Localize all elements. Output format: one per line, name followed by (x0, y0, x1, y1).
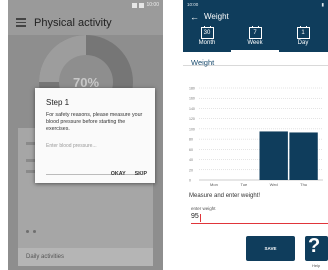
calendar-icon: 1 (296, 26, 310, 39)
section-header: Weight (183, 52, 328, 67)
dialog-body: For safety reasons, please measure your … (46, 112, 143, 133)
y-tick-label: 40 (189, 158, 193, 162)
x-tick-label: Mon (210, 182, 218, 187)
daily-activities-label: Daily activities (26, 254, 65, 260)
weight-input-label: enter weight (191, 206, 216, 211)
battery-icon: ▮ (321, 1, 324, 7)
weight-input-value: 95 (191, 213, 199, 220)
save-button[interactable]: SAVE (246, 236, 295, 261)
x-tick-label: Thu (300, 182, 307, 187)
help-icon: ? (308, 235, 321, 257)
tab-day[interactable]: 1 Day (279, 24, 327, 52)
y-tick-label: 120 (189, 117, 195, 121)
calendar-icon: 30 (200, 26, 214, 39)
page-dots (26, 230, 36, 233)
status-bar: 10:00 ▮ (183, 0, 328, 9)
daily-activities-row[interactable]: Daily activities (18, 248, 153, 266)
weight-chart-svg: 0 20 40 60 80 100 120 140 160 180 Mon Tue Wed Thu (189, 87, 323, 187)
status-bar: 10:00 (8, 0, 163, 10)
section-title: Weight (191, 58, 215, 67)
status-time: 10:00 (187, 2, 199, 7)
tab-week[interactable]: 7 Week (231, 24, 279, 52)
weight-input[interactable]: 95 (191, 213, 328, 224)
app-bar: Physical activity (8, 10, 163, 35)
app-bar: ← Weight (183, 9, 328, 24)
y-tick-label: 160 (189, 97, 195, 101)
weight-chart: 0 20 40 60 80 100 120 140 160 180 Mon Tue Wed Thu (189, 82, 325, 192)
y-tick-label: 80 (189, 138, 193, 142)
skip-button[interactable]: SKIP (135, 171, 147, 177)
battery-icon (139, 2, 145, 8)
page-title: Weight (204, 12, 229, 21)
period-tabs: 30 Month 7 Week 1 Day (183, 24, 328, 52)
okay-button[interactable]: OKAY (111, 171, 126, 177)
y-tick-label: 0 (189, 179, 191, 183)
right-phone-screen: 10:00 ▮ ← Weight 30 Month 7 Week 1 Day W… (183, 0, 328, 270)
blood-pressure-placeholder: Enter blood pressure... (46, 143, 97, 149)
dialog-title: Step 1 (46, 98, 70, 107)
help-label: Help (312, 263, 321, 268)
left-phone-screen: 10:00 Physical activity 70% Daily activi… (8, 0, 163, 270)
step-dialog: Step 1 For safety reasons, please measur… (35, 88, 155, 183)
measure-prompt: Measure and enter weight! (189, 193, 261, 199)
x-tick-label: Wed (270, 182, 278, 187)
y-tick-label: 20 (189, 168, 193, 172)
menu-icon[interactable] (16, 16, 26, 29)
y-tick-label: 60 (189, 148, 193, 152)
bar-wed (259, 131, 288, 180)
y-tick-label: 180 (189, 87, 195, 91)
page-title: Physical activity (34, 16, 112, 29)
bar-thu (289, 132, 318, 180)
calendar-icon: 7 (248, 26, 262, 39)
wifi-icon (132, 2, 138, 8)
back-arrow-icon[interactable]: ← (190, 12, 204, 22)
tab-month[interactable]: 30 Month (183, 24, 231, 52)
x-tick-label: Tue (240, 182, 248, 187)
save-button-label: SAVE (264, 246, 277, 251)
y-tick-label: 100 (189, 127, 195, 131)
help-button[interactable]: ? Help (305, 235, 328, 268)
y-tick-label: 140 (189, 107, 195, 111)
status-time: 10:00 (146, 2, 159, 8)
